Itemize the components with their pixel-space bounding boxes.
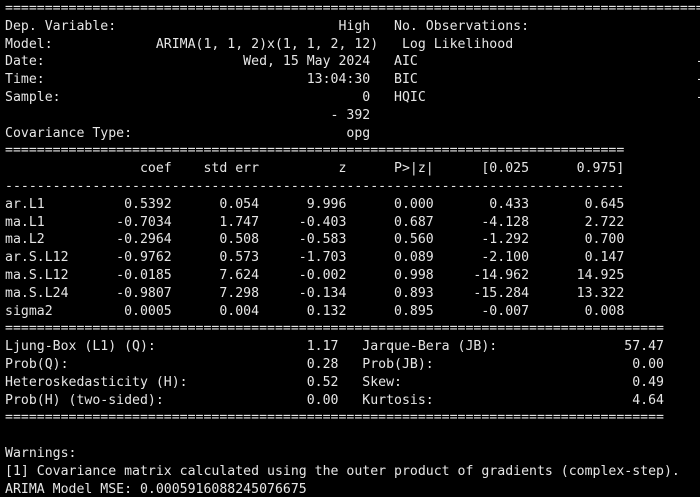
terminal-output: ========================================… (5, 0, 700, 497)
warning-item-1: [1] Covariance matrix calculated using t… (5, 463, 680, 479)
summary-row-covariance-type: Covariance Type: opg (5, 125, 371, 141)
summary-row-model: Model: ARIMA(1, 1, 2)x(1, 1, 2, 12) Log … (5, 36, 700, 52)
mse-output: ARIMA Model MSE: 0.0005916088245076675 (5, 481, 307, 497)
diagnostics-row-ljung-box: Ljung-Box (L1) (Q): 1.17 Jarque-Bera (JB… (5, 339, 664, 355)
coef-row-ar-l1: ar.L1 0.5392 0.054 9.996 0.000 0.433 0.6… (5, 196, 625, 212)
diagnostics-row-prob-q: Prob(Q): 0.28 Prob(JB): 0.00 (5, 356, 664, 372)
diagnostics-row-heteroskedasticity: Heteroskedasticity (H): 0.52 Skew: 0.49 (5, 374, 664, 390)
coef-row-ma-l2: ma.L2 -0.2964 0.508 -0.583 0.560 -1.292 … (5, 232, 625, 248)
warnings-heading: Warnings: (5, 445, 77, 461)
summary-row-sample-end: - 392 (5, 107, 371, 123)
separator-bottom: ========================================… (5, 410, 664, 426)
diagnostics-row-prob-h: Prob(H) (two-sided): 0.00 Kurtosis: 4.64 (5, 392, 664, 408)
separator-top: ========================================… (5, 1, 700, 16)
coef-row-sigma2: sigma2 0.0005 0.004 0.132 0.895 -0.007 0… (5, 303, 625, 319)
summary-row-sample: Sample: 0 HQIC -1710.618 (5, 89, 700, 105)
summary-row-time: Time: 13:04:30 BIC -1693.999 (5, 72, 700, 88)
separator-diagnostics-top: ========================================… (5, 321, 664, 337)
summary-row-date: Date: Wed, 15 May 2024 AIC -1721.558 (5, 54, 700, 70)
separator-coef-top: ========================================… (5, 143, 625, 159)
coef-row-ma-s-l12: ma.S.L12 -0.0185 7.624 -0.002 0.998 -14.… (5, 267, 625, 283)
coef-row-ar-s-l12: ar.S.L12 -0.9762 0.573 -1.703 0.089 -2.1… (5, 250, 625, 266)
coef-row-ma-s-l24: ma.S.L24 -0.9807 7.298 -0.134 0.893 -15.… (5, 285, 625, 301)
summary-row-dep-variable: Dep. Variable: High No. Observations: 39… (5, 18, 700, 34)
coef-row-ma-l1: ma.L1 -0.7034 1.747 -0.403 0.687 -4.128 … (5, 214, 625, 230)
separator-dashes: ----------------------------------------… (5, 178, 625, 194)
coef-table-header: coef std err z P>|z| [0.025 0.975] (5, 161, 625, 177)
